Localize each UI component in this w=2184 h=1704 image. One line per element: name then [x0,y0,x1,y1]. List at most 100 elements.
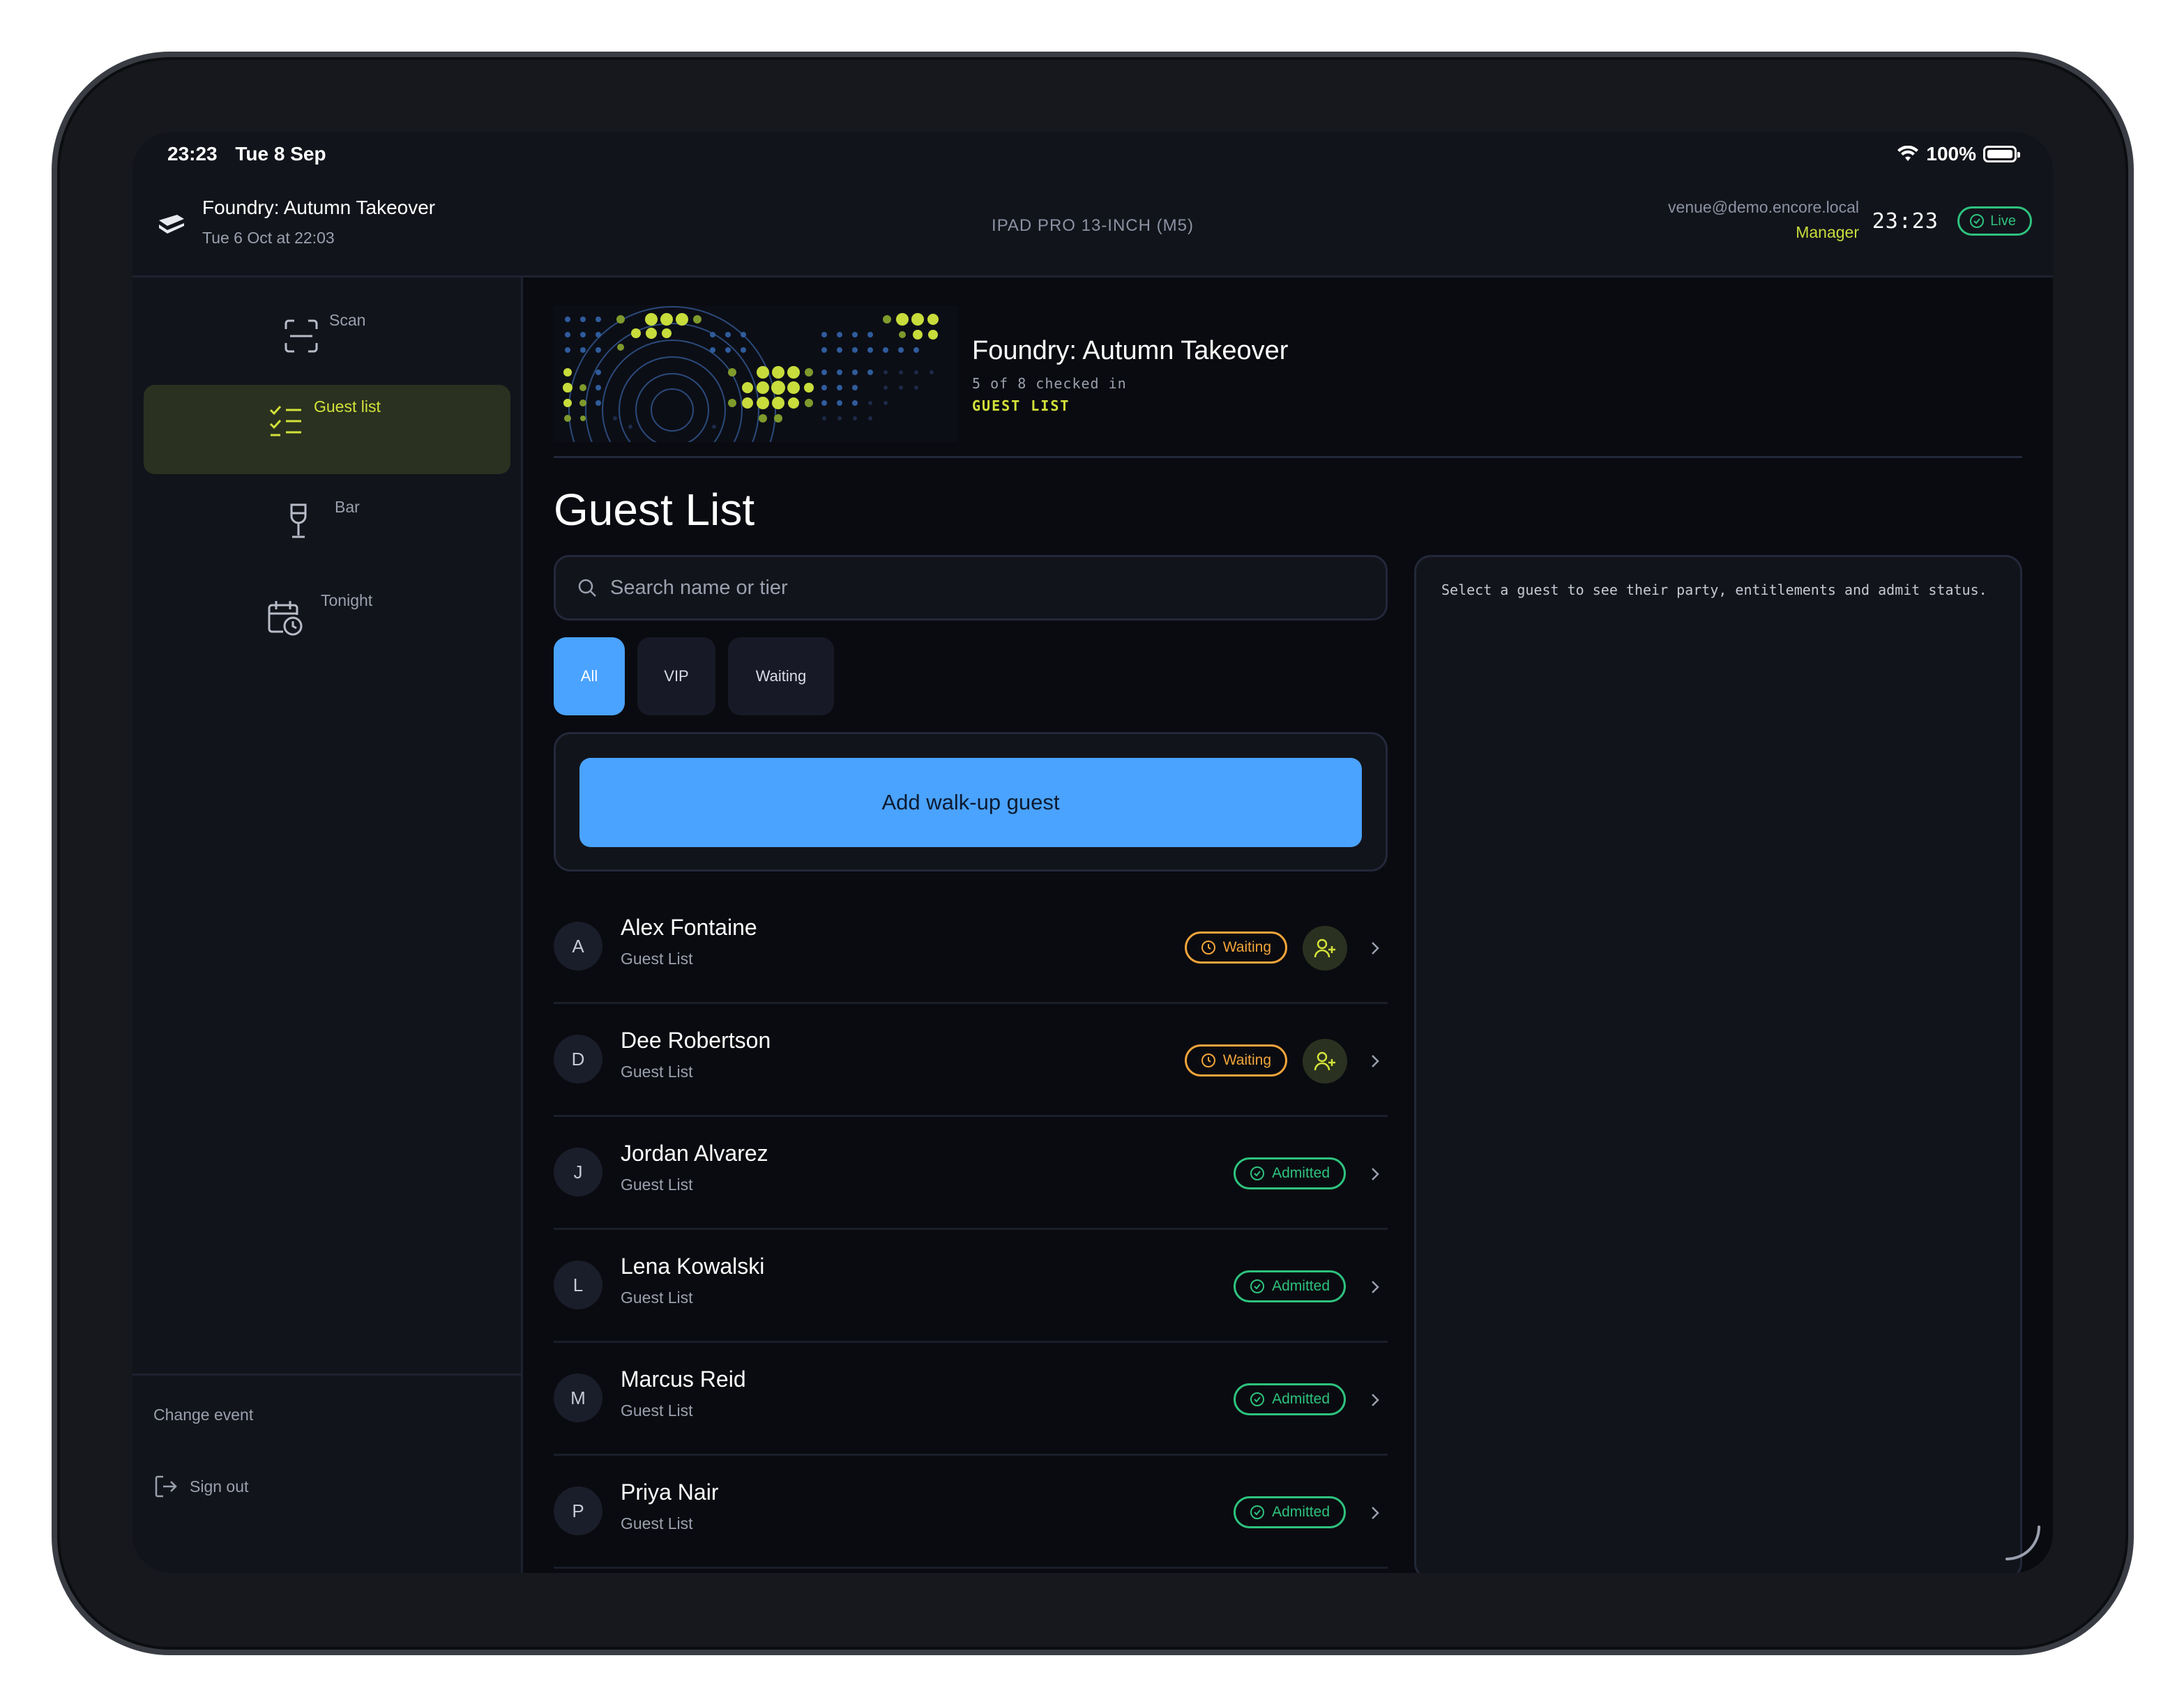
filter-chip-label: All [580,667,598,685]
guest-tier: Guest List [621,1063,693,1081]
change-event-label: Change event [153,1406,254,1424]
sidebar-item-label: Tonight [321,591,373,609]
change-event-link[interactable]: Change event [153,1406,253,1424]
add-walkup-guest-button[interactable]: Add walk-up guest [579,758,1362,847]
guest-name: Marcus Reid [621,1367,746,1392]
header-clock: 23:23 [1872,209,1939,234]
guest-name: Alex Fontaine [621,915,757,940]
search-input[interactable] [610,576,1307,600]
status-date: Tue 8 Sep [235,143,326,165]
hero-divider [554,456,2022,458]
search-field[interactable] [554,555,1388,621]
chevron-right-icon[interactable] [1365,1276,1385,1298]
sign-out-button[interactable]: Sign out [153,1474,248,1499]
sidebar-item-label: Scan [329,311,366,329]
guest-row[interactable]: A Alex Fontaine Guest List Waiting [554,891,1388,1004]
avatar: J [554,1148,602,1196]
user-email: venue@demo.encore.local [1668,198,1859,216]
guest-tier: Guest List [621,1514,693,1532]
guest-row[interactable]: M Marcus Reid Guest List Admitted [554,1343,1388,1456]
guest-row[interactable]: J Jordan Alvarez Guest List Admitted [554,1117,1388,1230]
chevron-right-icon[interactable] [1365,1389,1385,1411]
sidebar-item-label: Guest list [314,397,381,416]
user-plus-icon [1314,1051,1335,1071]
filter-chip-label: VIP [664,667,689,685]
guest-row[interactable]: L Lena Kowalski Guest List Admitted [554,1230,1388,1343]
sidebar-item-bar[interactable]: Bar [144,480,510,569]
live-badge: Live [1957,206,2032,236]
guest-name: Priya Nair [621,1479,719,1505]
hero-tag: GUEST LIST [972,397,1070,414]
hero-checked-in: 5 of 8 checked in [972,375,1127,392]
guest-tier: Guest List [621,1288,693,1307]
battery-percent: 100% [1926,143,1976,165]
device-label: IPAD PRO 13-INCH (M5) [992,216,1194,235]
check-circle-icon [1250,1392,1265,1406]
status-badge: Admitted [1234,1270,1346,1302]
status-label: Admitted [1272,1504,1330,1520]
live-label: Live [1990,213,2016,229]
check-circle-icon [1250,1279,1265,1293]
check-circle-icon [1250,1505,1265,1519]
add-party-button[interactable] [1303,926,1347,971]
status-badge: Admitted [1234,1383,1346,1415]
filter-chip-all[interactable]: All [554,637,625,715]
wifi-icon [1897,146,1919,161]
guest-row[interactable]: P Priya Nair Guest List Admitted [554,1456,1388,1569]
sidebar-item-label: Bar [335,498,360,516]
resize-corner-indicator [2005,1526,2040,1560]
add-party-button[interactable] [1303,1039,1347,1083]
sidebar: Scan Guest list Bar Tonight Change event… [132,277,523,1573]
avatar: D [554,1035,602,1083]
wine-glass-icon [290,503,307,538]
calendar-clock-icon [268,601,303,636]
chevron-right-icon[interactable] [1365,1502,1385,1524]
guest-name: Lena Kowalski [621,1254,765,1279]
sidebar-item-guest-list[interactable]: Guest list [144,385,510,474]
guest-tier: Guest List [621,1176,693,1194]
sidebar-item-tonight[interactable]: Tonight [144,575,510,664]
status-label: Admitted [1272,1391,1330,1407]
status-time: 23:23 [167,143,218,165]
event-artwork [554,305,958,442]
guest-tier: Guest List [621,950,693,968]
filter-chip-vip[interactable]: VIP [637,637,715,715]
avatar: A [554,922,602,971]
app-header: Foundry: Autumn Takeover Tue 6 Oct at 22… [132,176,2053,277]
guest-row[interactable]: D Dee Robertson Guest List Waiting [554,1004,1388,1117]
check-circle-icon [1970,214,1985,228]
avatar: P [554,1486,602,1535]
main-content: Foundry: Autumn Takeover 5 of 8 checked … [554,277,2025,1573]
user-plus-icon [1314,938,1335,958]
avatar: L [554,1261,602,1309]
guest-detail-panel: Select a guest to see their party, entit… [1414,555,2022,1573]
sidebar-item-scan[interactable]: Scan [144,289,510,378]
hero-event-title: Foundry: Autumn Takeover [972,336,1289,365]
search-icon [578,579,596,597]
chevron-right-icon[interactable] [1365,1050,1385,1072]
sign-out-icon [155,1475,177,1498]
app-screen: 23:23 Tue 8 Sep 100% Foundry: Autumn Tak… [132,132,2053,1573]
status-badge: Waiting [1184,931,1287,964]
status-badge: Admitted [1234,1496,1346,1528]
status-badge: Admitted [1234,1157,1346,1189]
filter-chip-waiting[interactable]: Waiting [728,637,834,715]
status-label: Admitted [1272,1278,1330,1294]
avatar: M [554,1374,602,1422]
status-bar: 23:23 Tue 8 Sep 100% [132,132,2053,176]
chevron-right-icon[interactable] [1365,1163,1385,1185]
battery-icon [1983,146,2020,162]
clock-icon [1201,941,1215,954]
status-label: Waiting [1222,939,1271,955]
checklist-icon [269,405,301,436]
check-circle-icon [1250,1166,1265,1180]
clock-icon [1201,1053,1215,1067]
sign-out-label: Sign out [190,1477,249,1496]
guest-name: Dee Robertson [621,1028,771,1053]
detail-hint: Select a guest to see their party, entit… [1441,581,1987,598]
status-label: Admitted [1272,1165,1330,1181]
page-title: Guest List [554,485,755,535]
status-badge: Waiting [1184,1044,1287,1077]
chevron-right-icon[interactable] [1365,937,1385,959]
scan-icon [285,319,318,353]
